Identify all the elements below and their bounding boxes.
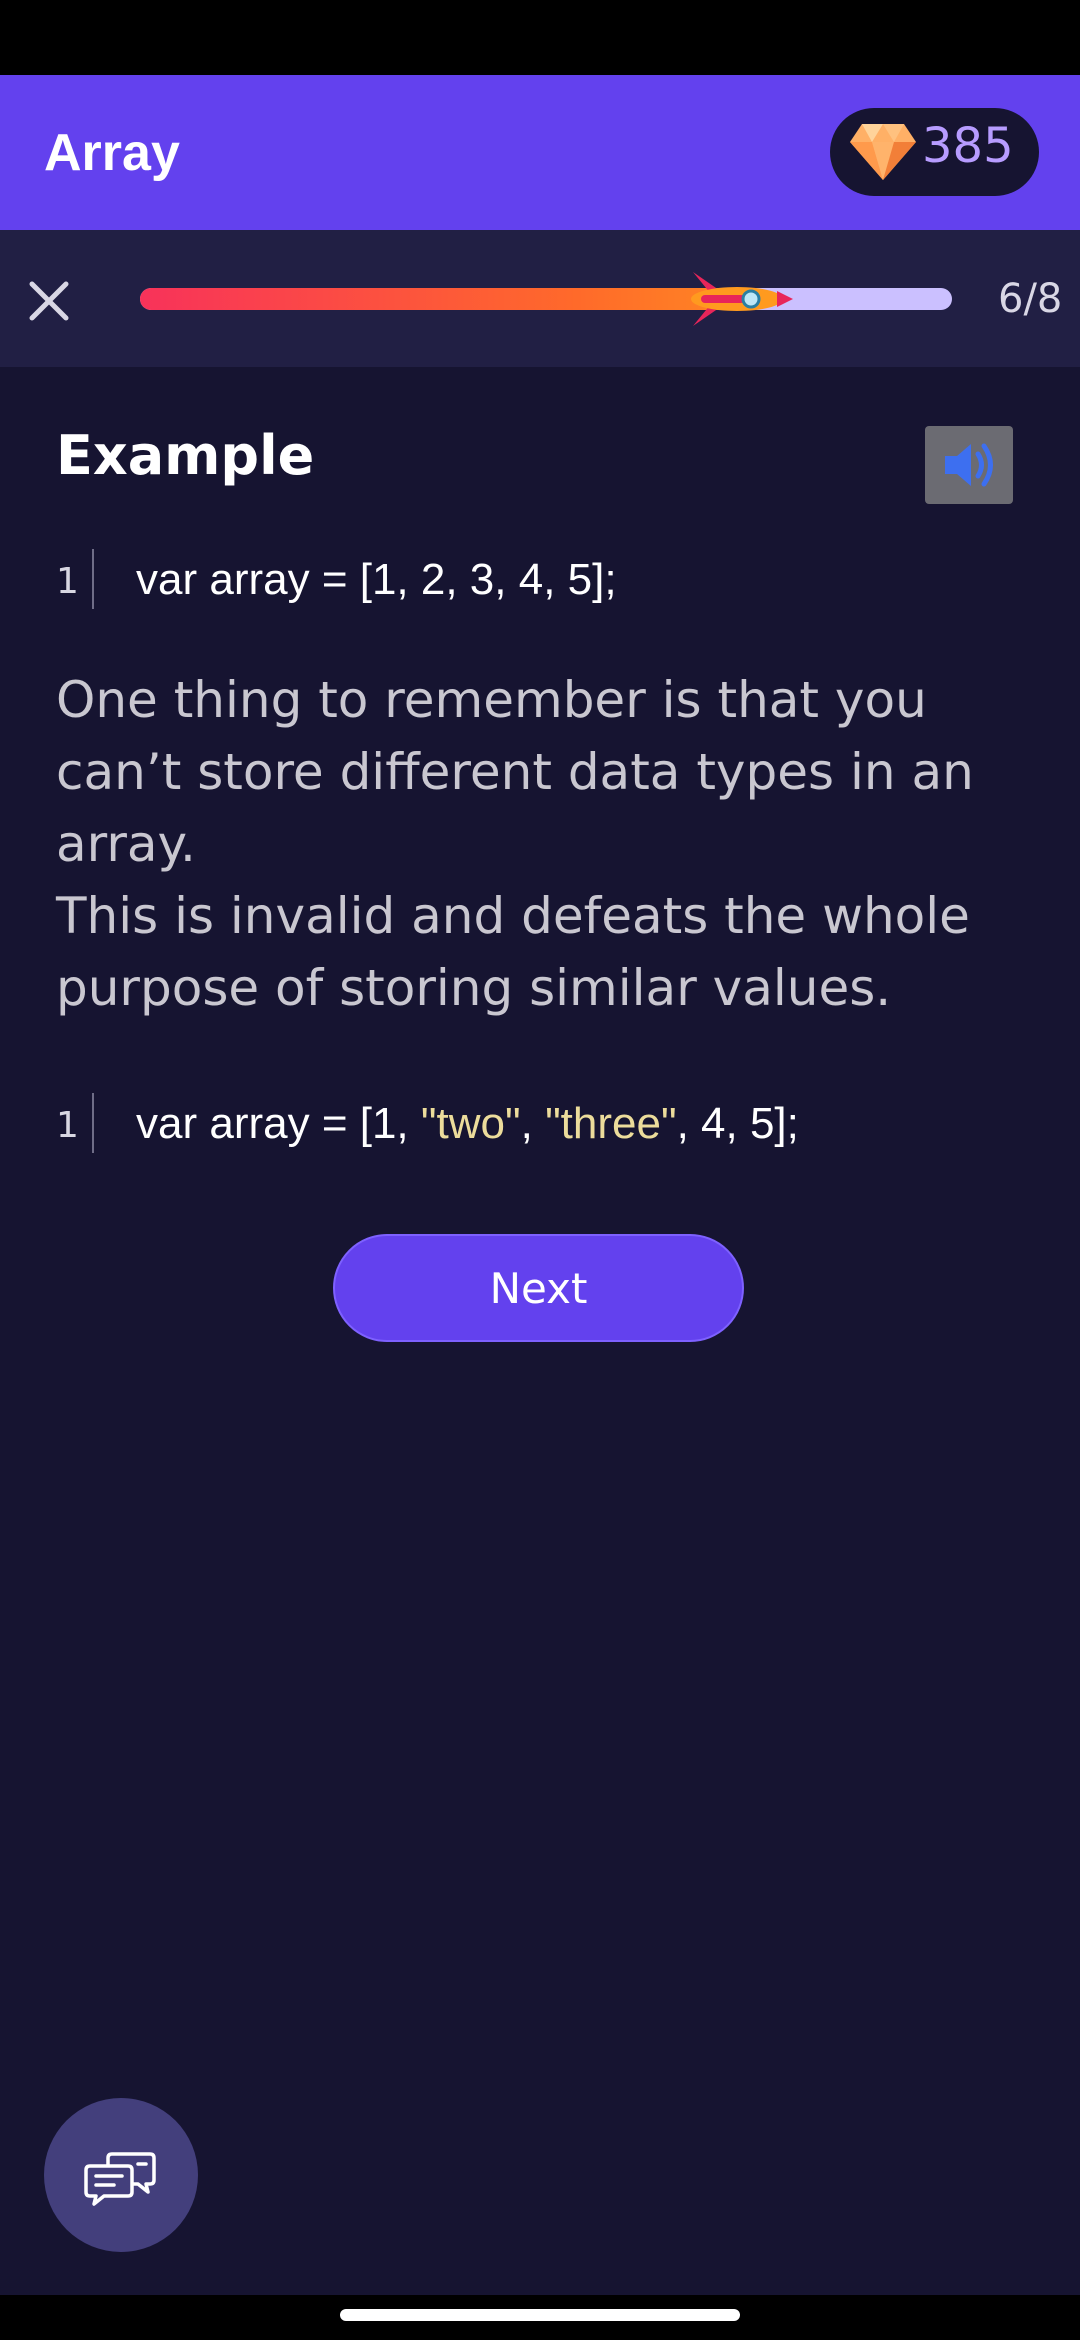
page-title: Array: [44, 124, 180, 182]
code-line-number: 1: [56, 561, 79, 602]
speaker-icon: [945, 443, 993, 487]
lesson-paragraph: This is invalid and defeats the whole pu…: [56, 887, 970, 1017]
rocket-icon: [691, 272, 793, 326]
next-button[interactable]: Next: [333, 1234, 744, 1342]
code-token: , 4, 5];: [676, 1099, 799, 1148]
code-token: ,: [520, 1099, 546, 1148]
app-bar: Array 385: [0, 75, 1080, 230]
audio-button[interactable]: [925, 426, 1013, 504]
progress-counter: 6/8: [998, 276, 1063, 322]
gem-counter-badge[interactable]: 385: [830, 108, 1039, 196]
close-icon[interactable]: [14, 266, 84, 336]
code-token: var array = [1,: [136, 1099, 421, 1148]
lesson-progress-bar: 6/8: [0, 230, 1080, 367]
gem-icon: [850, 124, 916, 180]
section-title: Example: [56, 424, 315, 487]
code-line-number: 1: [56, 1105, 79, 1146]
code-gutter: [92, 1093, 94, 1153]
chat-button[interactable]: [44, 2098, 198, 2252]
code-gutter: [92, 549, 94, 609]
progress-fill: [140, 288, 765, 310]
gem-count: 385: [922, 118, 1014, 174]
code-string-token: "three": [545, 1099, 677, 1148]
progress-track: [140, 272, 952, 326]
home-indicator[interactable]: [340, 2309, 740, 2321]
chat-bubbles-icon: [84, 2152, 156, 2206]
status-bar: [0, 0, 1080, 75]
navigation-bar: [0, 2295, 1080, 2340]
code-block-invalid: 1 var array = [1, "two", "three", 4, 5];: [56, 1093, 1036, 1157]
code-line: var array = [1, 2, 3, 4, 5];: [136, 555, 617, 604]
lesson-paragraph: One thing to remember is that you can’t …: [56, 671, 974, 873]
code-line: var array = [1, "two", "three", 4, 5];: [136, 1099, 799, 1149]
code-block-example: 1 var array = [1, 2, 3, 4, 5];: [56, 549, 1036, 613]
code-string-token: "two": [420, 1099, 521, 1148]
lesson-body-text: One thing to remember is that you can’t …: [56, 664, 1016, 1024]
